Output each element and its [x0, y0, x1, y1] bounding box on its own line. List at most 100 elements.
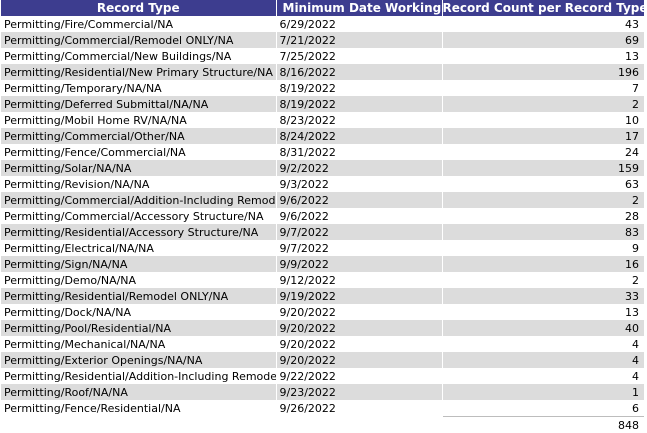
- cell-record-count: 4: [442, 368, 644, 384]
- column-header-minimum-date[interactable]: Minimum Date Working▲: [276, 0, 442, 16]
- cell-minimum-date: 9/9/2022: [276, 256, 442, 272]
- cell-record-type: Permitting/Mechanical/NA/NA: [1, 336, 276, 352]
- cell-minimum-date: 9/7/2022: [276, 224, 442, 240]
- cell-record-type: Permitting/Fence/Commercial/NA: [1, 144, 276, 160]
- cell-record-type: Permitting/Roof/NA/NA: [1, 384, 276, 400]
- cell-minimum-date: 9/23/2022: [276, 384, 442, 400]
- cell-minimum-date: 9/2/2022: [276, 160, 442, 176]
- cell-record-type: Permitting/Electrical/NA/NA: [1, 240, 276, 256]
- table-row[interactable]: Permitting/Residential/New Primary Struc…: [1, 64, 644, 80]
- cell-minimum-date: 9/20/2022: [276, 352, 442, 368]
- cell-minimum-date: 9/19/2022: [276, 288, 442, 304]
- cell-record-count: 13: [442, 48, 644, 64]
- cell-record-type: Permitting/Commercial/Addition-Including…: [1, 192, 276, 208]
- cell-minimum-date: 8/16/2022: [276, 64, 442, 80]
- cell-minimum-date: 9/3/2022: [276, 176, 442, 192]
- table-row[interactable]: Permitting/Fire/Commercial/NA6/29/202243: [1, 16, 644, 32]
- cell-record-count: 196: [442, 64, 644, 80]
- cell-record-type: Permitting/Sign/NA/NA: [1, 256, 276, 272]
- cell-record-count: 83: [442, 224, 644, 240]
- table-row[interactable]: Permitting/Mechanical/NA/NA9/20/20224: [1, 336, 644, 352]
- cell-minimum-date: 8/24/2022: [276, 128, 442, 144]
- cell-minimum-date: 9/20/2022: [276, 320, 442, 336]
- record-type-table: Record Type Minimum Date Working▲ Record…: [1, 0, 644, 433]
- cell-record-count: 10: [442, 112, 644, 128]
- cell-record-count: 9: [442, 240, 644, 256]
- table-row[interactable]: Permitting/Residential/Accessory Structu…: [1, 224, 644, 240]
- table-row[interactable]: Permitting/Fence/Residential/NA9/26/2022…: [1, 400, 644, 417]
- table-row[interactable]: Permitting/Fence/Commercial/NA8/31/20222…: [1, 144, 644, 160]
- table-body: Permitting/Fire/Commercial/NA6/29/202243…: [1, 16, 644, 417]
- total-count: 848: [442, 417, 644, 433]
- cell-minimum-date: 8/19/2022: [276, 96, 442, 112]
- cell-record-type: Permitting/Commercial/Other/NA: [1, 128, 276, 144]
- cell-record-count: 7: [442, 80, 644, 96]
- cell-record-count: 24: [442, 144, 644, 160]
- table-row[interactable]: Permitting/Exterior Openings/NA/NA9/20/2…: [1, 352, 644, 368]
- cell-record-count: 40: [442, 320, 644, 336]
- cell-record-count: 4: [442, 336, 644, 352]
- cell-record-count: 2: [442, 272, 644, 288]
- table-row[interactable]: Permitting/Commercial/Remodel ONLY/NA7/2…: [1, 32, 644, 48]
- cell-record-type: Permitting/Exterior Openings/NA/NA: [1, 352, 276, 368]
- column-header-record-count[interactable]: Record Count per Record Type: [442, 0, 644, 16]
- table-row[interactable]: Permitting/Revision/NA/NA9/3/202263: [1, 176, 644, 192]
- cell-minimum-date: 6/29/2022: [276, 16, 442, 32]
- table-row[interactable]: Permitting/Pool/Residential/NA9/20/20224…: [1, 320, 644, 336]
- table-row[interactable]: Permitting/Deferred Submittal/NA/NA8/19/…: [1, 96, 644, 112]
- cell-record-count: 13: [442, 304, 644, 320]
- total-spacer: [1, 417, 276, 433]
- cell-record-count: 1: [442, 384, 644, 400]
- table-row[interactable]: Permitting/Roof/NA/NA9/23/20221: [1, 384, 644, 400]
- cell-record-type: Permitting/Residential/New Primary Struc…: [1, 64, 276, 80]
- cell-minimum-date: 8/19/2022: [276, 80, 442, 96]
- cell-minimum-date: 9/12/2022: [276, 272, 442, 288]
- total-spacer: [276, 417, 442, 433]
- cell-record-count: 63: [442, 176, 644, 192]
- table-row[interactable]: Permitting/Solar/NA/NA9/2/2022159: [1, 160, 644, 176]
- cell-record-count: 28: [442, 208, 644, 224]
- cell-minimum-date: 9/7/2022: [276, 240, 442, 256]
- cell-record-type: Permitting/Residential/Remodel ONLY/NA: [1, 288, 276, 304]
- cell-record-count: 69: [442, 32, 644, 48]
- cell-record-type: Permitting/Temporary/NA/NA: [1, 80, 276, 96]
- cell-minimum-date: 9/20/2022: [276, 304, 442, 320]
- cell-record-count: 17: [442, 128, 644, 144]
- cell-record-count: 16: [442, 256, 644, 272]
- table-row[interactable]: Permitting/Residential/Addition-Includin…: [1, 368, 644, 384]
- cell-record-type: Permitting/Commercial/Accessory Structur…: [1, 208, 276, 224]
- table-row[interactable]: Permitting/Residential/Remodel ONLY/NA9/…: [1, 288, 644, 304]
- cell-record-count: 33: [442, 288, 644, 304]
- cell-record-type: Permitting/Dock/NA/NA: [1, 304, 276, 320]
- cell-record-type: Permitting/Fire/Commercial/NA: [1, 16, 276, 32]
- cell-record-count: 2: [442, 192, 644, 208]
- table-row[interactable]: Permitting/Mobil Home RV/NA/NA8/23/20221…: [1, 112, 644, 128]
- cell-record-type: Permitting/Pool/Residential/NA: [1, 320, 276, 336]
- table-row[interactable]: Permitting/Sign/NA/NA9/9/202216: [1, 256, 644, 272]
- cell-record-type: Permitting/Fence/Residential/NA: [1, 400, 276, 417]
- table-row[interactable]: Permitting/Demo/NA/NA9/12/20222: [1, 272, 644, 288]
- cell-minimum-date: 9/20/2022: [276, 336, 442, 352]
- table-row[interactable]: Permitting/Commercial/Accessory Structur…: [1, 208, 644, 224]
- cell-record-count: 4: [442, 352, 644, 368]
- cell-record-type: Permitting/Solar/NA/NA: [1, 160, 276, 176]
- cell-minimum-date: 8/31/2022: [276, 144, 442, 160]
- cell-record-type: Permitting/Commercial/Remodel ONLY/NA: [1, 32, 276, 48]
- cell-record-type: Permitting/Revision/NA/NA: [1, 176, 276, 192]
- cell-minimum-date: 9/6/2022: [276, 192, 442, 208]
- cell-record-type: Permitting/Demo/NA/NA: [1, 272, 276, 288]
- column-header-record-type[interactable]: Record Type: [1, 0, 276, 16]
- cell-record-type: Permitting/Deferred Submittal/NA/NA: [1, 96, 276, 112]
- cell-minimum-date: 9/6/2022: [276, 208, 442, 224]
- table-row[interactable]: Permitting/Commercial/Other/NA8/24/20221…: [1, 128, 644, 144]
- cell-minimum-date: 7/25/2022: [276, 48, 442, 64]
- table-header: Record Type Minimum Date Working▲ Record…: [1, 0, 644, 16]
- table-row[interactable]: Permitting/Temporary/NA/NA8/19/20227: [1, 80, 644, 96]
- cell-record-count: 43: [442, 16, 644, 32]
- cell-record-count: 159: [442, 160, 644, 176]
- table-row[interactable]: Permitting/Dock/NA/NA9/20/202213: [1, 304, 644, 320]
- table-row[interactable]: Permitting/Electrical/NA/NA9/7/20229: [1, 240, 644, 256]
- table-row[interactable]: Permitting/Commercial/New Buildings/NA7/…: [1, 48, 644, 64]
- cell-record-count: 2: [442, 96, 644, 112]
- table-row[interactable]: Permitting/Commercial/Addition-Including…: [1, 192, 644, 208]
